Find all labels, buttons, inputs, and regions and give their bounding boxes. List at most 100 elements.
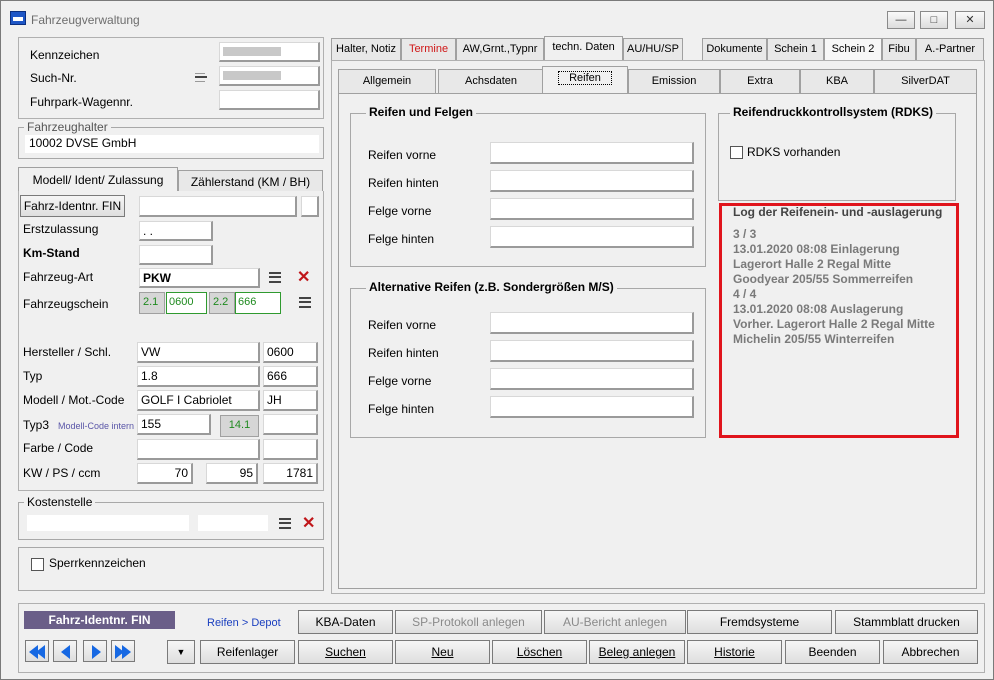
kostenstelle-input[interactable] — [27, 515, 189, 531]
tab-reifen[interactable]: Reifen — [542, 66, 628, 93]
hersteller-key-input[interactable]: 0600 — [263, 342, 318, 363]
farbe-code-input[interactable] — [263, 439, 318, 460]
tab-techn-daten[interactable]: techn. Daten — [544, 36, 623, 60]
farbe-input[interactable] — [137, 439, 260, 460]
tab-au-hu-sp[interactable]: AU/HU/SP — [623, 38, 683, 60]
first-record-button[interactable] — [25, 640, 49, 662]
hersteller-input[interactable]: VW — [137, 342, 260, 363]
fin-extra-input[interactable] — [301, 196, 319, 217]
fin-input[interactable] — [139, 196, 297, 217]
alt-reifen-vorne-input[interactable] — [490, 312, 694, 334]
tab-a-partner[interactable]: A.-Partner — [916, 38, 984, 60]
rdks-checkbox[interactable] — [730, 146, 743, 159]
loeschen-button[interactable]: Löschen — [492, 640, 587, 664]
schein-22-input[interactable]: 666 — [235, 292, 281, 314]
farbe-label: Farbe / Code — [23, 441, 94, 455]
prev-icon — [61, 645, 70, 659]
log-list: 3 / 3 13.01.2020 08:08 Einlagerung Lager… — [733, 227, 935, 347]
title-bar: Fahrzeugverwaltung — □ ✕ — [1, 1, 993, 37]
minimize-button[interactable]: — — [887, 11, 915, 29]
last-record-button[interactable] — [111, 640, 135, 662]
list-icon[interactable] — [299, 297, 311, 308]
kmstand-input[interactable] — [139, 245, 213, 265]
typ3-extra-input[interactable] — [263, 414, 318, 435]
tab-termine[interactable]: Termine — [401, 38, 456, 60]
erstzulassung-input[interactable]: . . — [139, 221, 213, 241]
felge-vorne-input[interactable] — [490, 198, 694, 220]
tab-extra[interactable]: Extra — [720, 69, 800, 93]
tab-allgemein[interactable]: Allgemein — [338, 69, 436, 93]
tab-halter-notiz[interactable]: Halter, Notiz — [331, 38, 401, 60]
prev-record-button[interactable] — [53, 640, 77, 662]
kba-daten-button[interactable]: KBA-Daten — [298, 610, 393, 634]
dropdown-button[interactable]: ▼ — [167, 640, 195, 664]
first-icon — [36, 645, 45, 659]
reifen-vorne-input[interactable] — [490, 142, 694, 164]
kennzeichen-input[interactable] — [219, 42, 320, 62]
schein-21-tag: 2.1 — [139, 292, 165, 314]
alt-felge-vorne-label: Felge vorne — [368, 374, 432, 388]
such-nr-input[interactable] — [219, 66, 320, 86]
fremdsysteme-button[interactable]: Fremdsysteme — [687, 610, 832, 634]
list-icon[interactable] — [269, 272, 281, 283]
delete-icon[interactable]: ✕ — [297, 270, 310, 286]
suchen-button[interactable]: Suchen — [298, 640, 393, 664]
ccm-input[interactable]: 1781 — [263, 463, 318, 484]
stammblatt-button[interactable]: Stammblatt drucken — [835, 610, 978, 634]
ps-input[interactable]: 95 — [206, 463, 258, 484]
mot-code-input[interactable]: JH — [263, 390, 318, 411]
au-bericht-button[interactable]: AU-Bericht anlegen — [544, 610, 686, 634]
alt-felge-hinten-input[interactable] — [490, 396, 694, 418]
tab-kba[interactable]: KBA — [800, 69, 874, 93]
halter-value[interactable]: 10002 DVSE GmbH — [25, 135, 319, 153]
tab-schein-1[interactable]: Schein 1 — [767, 38, 824, 60]
kw-input[interactable]: 70 — [137, 463, 193, 484]
fahrzeug-art-input[interactable]: PKW — [139, 268, 260, 288]
alt-felge-vorne-input[interactable] — [490, 368, 694, 390]
next-icon — [92, 645, 101, 659]
tab-emission[interactable]: Emission — [628, 69, 720, 93]
reifen-felgen-group: Reifen und Felgen Reifen vorne Reifen hi… — [350, 105, 706, 267]
fuhrpark-input[interactable] — [219, 90, 320, 110]
list-icon[interactable] — [279, 518, 291, 529]
typ3-input[interactable]: 155 — [137, 414, 211, 435]
next-record-button[interactable] — [83, 640, 107, 662]
fin-button[interactable]: Fahrz-Identnr. FIN — [20, 195, 125, 217]
maximize-button[interactable]: □ — [920, 11, 948, 29]
modell-code-intern-label: Modell-Code intern — [58, 421, 135, 431]
tab-silverdat[interactable]: SilverDAT — [874, 69, 977, 93]
abbrechen-button[interactable]: Abbrechen — [883, 640, 978, 664]
tab-modell-ident[interactable]: Modell/ Ident/ Zulassung — [18, 167, 178, 191]
tab-fibu[interactable]: Fibu — [882, 38, 916, 60]
modell-input[interactable]: GOLF I Cabriolet — [137, 390, 260, 411]
reifen-hinten-input[interactable] — [490, 170, 694, 192]
tab-zaehlerstand[interactable]: Zählerstand (KM / BH) — [178, 170, 323, 192]
typ-key-input[interactable]: 666 — [263, 366, 318, 387]
close-button[interactable]: ✕ — [955, 11, 985, 29]
beleg-anlegen-button[interactable]: Beleg anlegen — [589, 640, 685, 664]
delete-icon[interactable]: ✕ — [302, 516, 315, 532]
schein-21-input[interactable]: 0600 — [166, 292, 207, 314]
main-window: Fahrzeugverwaltung — □ ✕ Kennzeichen Suc… — [0, 0, 994, 680]
tab-aw-grnt-typnr[interactable]: AW,Grnt.,Typnr — [456, 38, 544, 60]
tab-reifen-label: Reifen — [558, 71, 612, 85]
log-line: Vorher. Lagerort Halle 2 Regal Mitte — [733, 317, 935, 331]
log-highlight: Log der Reifenein- und -auslagerung 3 / … — [719, 203, 959, 438]
typ-input[interactable]: 1.8 — [137, 366, 260, 387]
alt-reifen-hinten-input[interactable] — [490, 340, 694, 362]
tab-dokumente[interactable]: Dokumente — [702, 38, 767, 60]
typ-label: Typ — [23, 369, 43, 383]
felge-hinten-input[interactable] — [490, 226, 694, 248]
reifenlager-button[interactable]: Reifenlager — [200, 640, 295, 664]
neu-button[interactable]: Neu — [395, 640, 490, 664]
sperr-checkbox[interactable] — [31, 558, 44, 571]
list-icon[interactable] — [195, 73, 207, 82]
beenden-button[interactable]: Beenden — [785, 640, 880, 664]
historie-button[interactable]: Historie — [687, 640, 782, 664]
sp-protokoll-button[interactable]: SP-Protokoll anlegen — [395, 610, 542, 634]
tab-achsdaten[interactable]: Achsdaten — [438, 69, 544, 93]
reifen-depot-link[interactable]: Reifen > Depot — [207, 617, 281, 629]
alt-felge-hinten-label: Felge hinten — [368, 402, 435, 416]
tab-schein-2[interactable]: Schein 2 — [824, 38, 882, 60]
kostenstelle-code-input[interactable] — [198, 515, 268, 531]
